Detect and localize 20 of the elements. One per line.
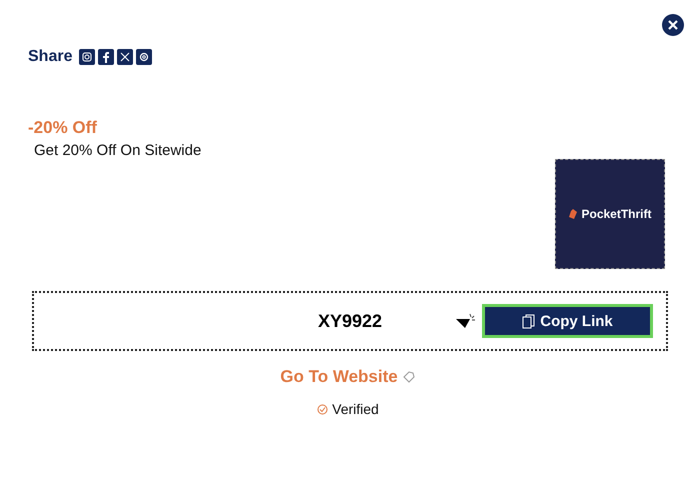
verified-label: Verified bbox=[332, 401, 379, 417]
close-button[interactable] bbox=[662, 14, 684, 36]
offer-description: Get 20% Off On Sitewide bbox=[34, 142, 202, 159]
tag-icon bbox=[568, 208, 578, 220]
share-button[interactable] bbox=[98, 49, 114, 65]
instagram-icon bbox=[82, 52, 92, 62]
facebook-icon bbox=[102, 51, 110, 63]
coupon-code: XY9922 bbox=[318, 310, 382, 332]
store-logo: PocketThrift bbox=[555, 159, 665, 269]
copy-icon bbox=[522, 314, 536, 328]
copy-link-button[interactable]: Copy Link bbox=[482, 304, 653, 338]
share-button[interactable] bbox=[117, 49, 134, 65]
x-icon bbox=[120, 52, 130, 62]
cursor-icon bbox=[456, 313, 476, 329]
tag-outline-icon bbox=[402, 370, 416, 384]
close-icon bbox=[668, 20, 678, 30]
share-button[interactable] bbox=[136, 49, 152, 65]
share-button[interactable] bbox=[79, 49, 96, 65]
share-label: Share bbox=[28, 48, 72, 66]
discount-title: -20% Off bbox=[28, 118, 98, 138]
